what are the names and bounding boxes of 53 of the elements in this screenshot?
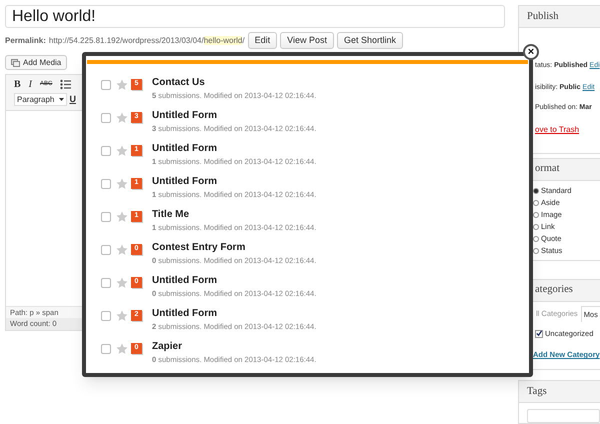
radio-button[interactable] [533,248,539,254]
tags-field[interactable] [527,408,600,423]
title-field[interactable]: Hello world! [5,5,505,28]
caret-icon [58,98,64,102]
panel-heading: Publish [519,6,600,28]
checkbox[interactable] [101,146,111,156]
checkbox[interactable] [101,179,111,189]
form-title[interactable]: Untitled Form [152,109,316,123]
star-icon[interactable] [116,211,128,223]
star-icon[interactable] [116,310,128,322]
form-title[interactable]: Zapier [152,340,316,354]
star-icon[interactable] [116,79,128,91]
panel-heading: Tags [519,380,600,403]
checkbox[interactable] [101,278,111,288]
star-icon[interactable] [116,244,128,256]
star-icon[interactable] [116,145,128,157]
checkbox[interactable] [101,80,111,90]
checkbox[interactable] [101,245,111,255]
close-button[interactable]: × [523,44,539,60]
radio-button[interactable] [533,200,539,206]
radio-button[interactable] [533,188,539,194]
form-title[interactable]: Contest Entry Form [152,241,316,255]
form-title[interactable]: Untitled Form [152,274,316,288]
checkbox[interactable] [535,330,543,338]
star-icon[interactable] [116,277,128,289]
checkbox[interactable] [101,344,111,354]
underline-button[interactable]: U [70,93,76,106]
star-icon[interactable] [116,112,128,124]
italic-button[interactable]: I [28,76,32,92]
bold-button[interactable]: B [14,76,21,92]
checkbox[interactable] [101,311,111,321]
bullet-list-icon[interactable] [60,78,72,90]
form-title[interactable]: Untitled Form [152,175,316,189]
form-title[interactable]: Untitled Form [152,142,316,156]
media-icon [11,58,20,66]
form-title[interactable]: Title Me [152,208,316,222]
radio-button[interactable] [533,236,539,242]
permalink-label: Permalink: [5,34,46,46]
radio-button[interactable] [533,224,539,230]
form-title[interactable]: Untitled Form [152,307,316,321]
edit-button[interactable]: Edit [248,32,278,49]
move-to-trash-link[interactable]: ove to Trash [535,124,580,134]
star-icon[interactable] [116,343,128,355]
checkbox[interactable] [101,113,111,123]
form-title[interactable]: Contact Us [152,76,316,90]
star-icon[interactable] [116,178,128,190]
add-media-button[interactable]: Add Media [5,55,68,70]
permalink-url[interactable]: http://54.225.81.192/wordpress/2013/03/04/hello-world/ [48,34,245,46]
checkbox[interactable] [101,212,111,222]
shortlink-button[interactable]: Get Shortlink [336,32,404,49]
radio-button[interactable] [533,212,539,218]
view-post-button[interactable]: View Post [280,32,334,49]
format-dropdown[interactable]: Paragraph [14,93,66,106]
